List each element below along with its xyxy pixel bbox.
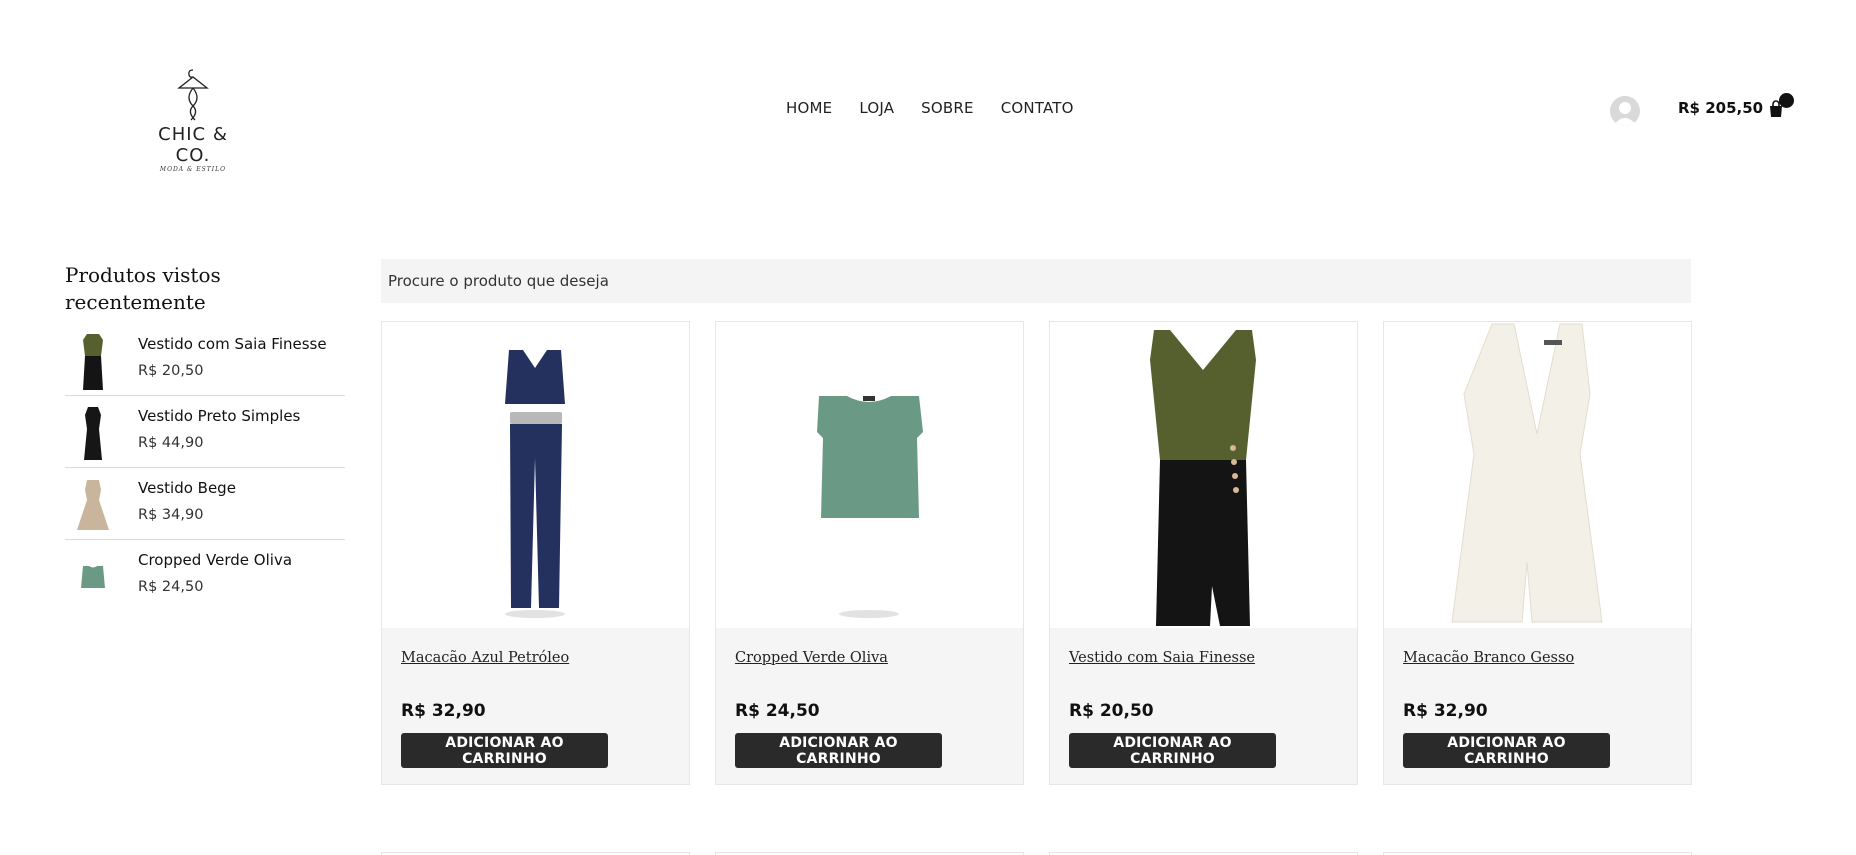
product-card: Macacão Branco Gesso R$ 32,90 ADICIONAR … bbox=[1383, 321, 1692, 785]
product-image[interactable] bbox=[1384, 322, 1691, 628]
product-card: Macacão Azul Petróleo R$ 32,90 ADICIONAR… bbox=[381, 321, 690, 785]
recent-item-price: R$ 24,50 bbox=[138, 579, 204, 595]
product-grid: Macacão Azul Petróleo R$ 32,90 ADICIONAR… bbox=[381, 321, 1692, 785]
product-thumbnail[interactable] bbox=[65, 476, 121, 536]
nav-contato[interactable]: CONTATO bbox=[1001, 99, 1074, 117]
product-price: R$ 20,50 bbox=[1069, 701, 1154, 721]
site-logo[interactable]: CHIC & CO. MODA & ESTILO bbox=[138, 66, 248, 173]
recent-item[interactable]: Vestido com Saia Finesse R$ 20,50 bbox=[65, 324, 345, 396]
product-name-link[interactable]: Vestido com Saia Finesse bbox=[1069, 650, 1255, 666]
cart-total[interactable]: R$ 205,50 bbox=[1678, 99, 1763, 117]
sidebar-title: Produtos vistos recentemente bbox=[65, 263, 221, 314]
recent-item[interactable]: Vestido Bege R$ 34,90 bbox=[65, 468, 345, 540]
add-to-cart-button[interactable]: ADICIONAR AO CARRINHO bbox=[401, 733, 608, 768]
product-image[interactable] bbox=[716, 322, 1023, 628]
recent-item-name[interactable]: Vestido Preto Simples bbox=[138, 407, 300, 425]
product-price: R$ 24,50 bbox=[735, 701, 820, 721]
product-search-input[interactable] bbox=[381, 259, 1691, 303]
cart-count-badge bbox=[1779, 93, 1794, 108]
recent-item-price: R$ 34,90 bbox=[138, 507, 204, 523]
recent-item-name[interactable]: Vestido com Saia Finesse bbox=[138, 335, 327, 353]
site-header: CHIC & CO. MODA & ESTILO HOME LOJA SOBRE… bbox=[0, 0, 1856, 200]
nav-home[interactable]: HOME bbox=[786, 99, 832, 117]
add-to-cart-button[interactable]: ADICIONAR AO CARRINHO bbox=[1403, 733, 1610, 768]
avatar-icon[interactable] bbox=[1610, 96, 1640, 126]
product-thumbnail[interactable] bbox=[65, 332, 121, 392]
recent-item-price: R$ 44,90 bbox=[138, 435, 204, 451]
recent-item-name[interactable]: Vestido Bege bbox=[138, 479, 236, 497]
product-thumbnail[interactable] bbox=[65, 404, 121, 464]
product-price: R$ 32,90 bbox=[1403, 701, 1488, 721]
logo-tagline: MODA & ESTILO bbox=[159, 166, 227, 173]
add-to-cart-button[interactable]: ADICIONAR AO CARRINHO bbox=[1069, 733, 1276, 768]
hanger-figure-icon bbox=[177, 69, 209, 121]
product-card: Cropped Verde Oliva R$ 24,50 ADICIONAR A… bbox=[715, 321, 1024, 785]
nav-loja[interactable]: LOJA bbox=[859, 99, 894, 117]
add-to-cart-button[interactable]: ADICIONAR AO CARRINHO bbox=[735, 733, 942, 768]
product-name-link[interactable]: Macacão Azul Petróleo bbox=[401, 650, 569, 666]
logo-brand-text: CHIC & CO. bbox=[158, 124, 228, 166]
recent-item-name[interactable]: Cropped Verde Oliva bbox=[138, 551, 292, 569]
product-thumbnail[interactable] bbox=[65, 548, 121, 608]
nav-sobre[interactable]: SOBRE bbox=[921, 99, 974, 117]
product-name-link[interactable]: Macacão Branco Gesso bbox=[1403, 650, 1574, 666]
main-nav: HOME LOJA SOBRE CONTATO bbox=[786, 99, 1074, 117]
recent-item[interactable]: Vestido Preto Simples R$ 44,90 bbox=[65, 396, 345, 468]
product-price: R$ 32,90 bbox=[401, 701, 486, 721]
product-name-link[interactable]: Cropped Verde Oliva bbox=[735, 650, 888, 666]
recent-item[interactable]: Cropped Verde Oliva R$ 24,50 bbox=[65, 540, 345, 612]
recently-viewed-sidebar: Produtos vistos recentemente Vestido com… bbox=[65, 262, 345, 612]
product-card: Vestido com Saia Finesse R$ 20,50 ADICIO… bbox=[1049, 321, 1358, 785]
product-image[interactable] bbox=[1050, 322, 1357, 628]
product-image[interactable] bbox=[382, 322, 689, 628]
recent-item-price: R$ 20,50 bbox=[138, 363, 204, 379]
